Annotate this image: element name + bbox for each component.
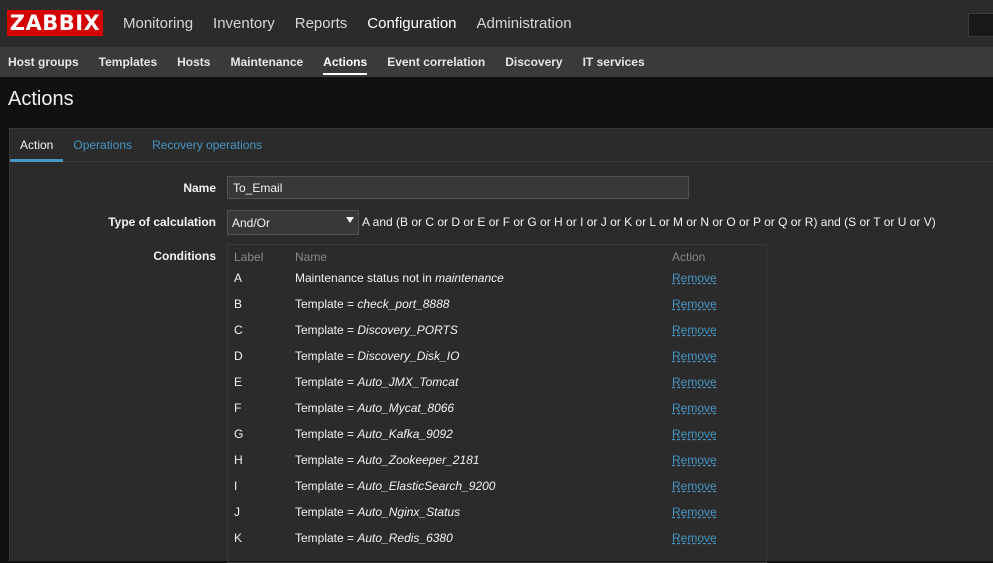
sub-nav: Host groups Templates Hosts Maintenance … bbox=[0, 47, 993, 77]
condition-name: Template = Auto_ElasticSearch_9200 bbox=[295, 479, 496, 493]
condition-label: J bbox=[234, 505, 240, 519]
subnav-actions[interactable]: Actions bbox=[313, 47, 377, 77]
name-label: Name bbox=[183, 181, 216, 195]
condition-label: E bbox=[234, 375, 243, 389]
condition-name: Template = Discovery_Disk_IO bbox=[295, 349, 460, 363]
remove-link[interactable]: Remove bbox=[672, 427, 717, 441]
calc-type-value: And/Or bbox=[232, 216, 271, 230]
condition-label: A bbox=[234, 271, 243, 285]
condition-row: I Template = Auto_ElasticSearch_9200 Rem… bbox=[228, 474, 766, 500]
header-name: Name bbox=[295, 250, 328, 264]
condition-name: Maintenance status not in maintenance bbox=[295, 271, 504, 285]
subnav-event-correlation[interactable]: Event correlation bbox=[377, 47, 495, 77]
condition-row: C Template = Discovery_PORTS Remove bbox=[228, 318, 766, 344]
nav-monitoring[interactable]: Monitoring bbox=[113, 0, 203, 47]
main-nav: Monitoring Inventory Reports Configurati… bbox=[113, 0, 582, 47]
calc-type-select[interactable]: And/Or bbox=[227, 210, 359, 235]
action-form: Action Operations Recovery operations Na… bbox=[9, 128, 993, 563]
remove-link[interactable]: Remove bbox=[672, 271, 717, 285]
search-input[interactable] bbox=[968, 13, 993, 37]
condition-label: K bbox=[234, 531, 243, 545]
nav-administration[interactable]: Administration bbox=[467, 0, 582, 47]
condition-row: K Template = Auto_Redis_6380 Remove bbox=[228, 526, 766, 552]
nav-reports[interactable]: Reports bbox=[285, 0, 358, 47]
condition-name: Template = Auto_Zookeeper_2181 bbox=[295, 453, 480, 467]
tab-action[interactable]: Action bbox=[10, 129, 64, 162]
remove-link[interactable]: Remove bbox=[672, 401, 717, 415]
condition-name: Template = check_port_8888 bbox=[295, 297, 450, 311]
condition-name: Template = Auto_Kafka_9092 bbox=[295, 427, 453, 441]
condition-row: B Template = check_port_8888 Remove bbox=[228, 292, 766, 318]
condition-row: F Template = Auto_Mycat_8066 Remove bbox=[228, 396, 766, 422]
condition-row: J Template = Auto_Nginx_Status Remove bbox=[228, 500, 766, 526]
remove-link[interactable]: Remove bbox=[672, 297, 717, 311]
tab-operations[interactable]: Operations bbox=[63, 129, 142, 161]
form-tabs: Action Operations Recovery operations bbox=[10, 129, 993, 162]
name-field[interactable] bbox=[227, 176, 689, 199]
calc-type-label: Type of calculation bbox=[108, 215, 216, 229]
subnav-templates[interactable]: Templates bbox=[89, 47, 167, 77]
subnav-host-groups[interactable]: Host groups bbox=[0, 47, 89, 77]
conditions-label: Conditions bbox=[153, 249, 216, 263]
condition-label: B bbox=[234, 297, 243, 311]
remove-link[interactable]: Remove bbox=[672, 505, 717, 519]
remove-link[interactable]: Remove bbox=[672, 453, 717, 467]
condition-name: Template = Auto_Mycat_8066 bbox=[295, 401, 455, 415]
remove-link[interactable]: Remove bbox=[672, 375, 717, 389]
conditions-table: Label Name Action A Maintenance status n… bbox=[227, 244, 767, 563]
remove-link[interactable]: Remove bbox=[672, 531, 717, 545]
condition-name: Template = Auto_Nginx_Status bbox=[295, 505, 461, 519]
condition-name: Template = Auto_JMX_Tomcat bbox=[295, 375, 459, 389]
top-bar: ZABBIX Monitoring Inventory Reports Conf… bbox=[0, 0, 993, 47]
condition-label: C bbox=[234, 323, 243, 337]
condition-label: F bbox=[234, 401, 242, 415]
condition-name: Template = Discovery_PORTS bbox=[295, 323, 458, 337]
subnav-discovery[interactable]: Discovery bbox=[495, 47, 572, 77]
condition-row: G Template = Auto_Kafka_9092 Remove bbox=[228, 422, 766, 448]
page-title: Actions bbox=[8, 88, 74, 110]
condition-label: H bbox=[234, 453, 243, 467]
remove-link[interactable]: Remove bbox=[672, 349, 717, 363]
condition-label: G bbox=[234, 427, 244, 441]
nav-inventory[interactable]: Inventory bbox=[203, 0, 285, 47]
condition-row: H Template = Auto_Zookeeper_2181 Remove bbox=[228, 448, 766, 474]
subnav-maintenance[interactable]: Maintenance bbox=[220, 47, 313, 77]
condition-label: D bbox=[234, 349, 243, 363]
condition-row: A Maintenance status not in maintenance … bbox=[228, 266, 766, 292]
zabbix-logo[interactable]: ZABBIX bbox=[7, 10, 103, 36]
condition-label: I bbox=[234, 479, 238, 493]
tab-recovery-operations[interactable]: Recovery operations bbox=[142, 129, 272, 161]
nav-configuration[interactable]: Configuration bbox=[357, 0, 466, 47]
subnav-hosts[interactable]: Hosts bbox=[167, 47, 220, 77]
remove-link[interactable]: Remove bbox=[672, 479, 717, 493]
header-label: Label bbox=[234, 250, 264, 264]
calc-formula: A and (B or C or D or E or F or G or H o… bbox=[362, 215, 936, 229]
remove-link[interactable]: Remove bbox=[672, 323, 717, 337]
header-action: Action bbox=[672, 250, 706, 264]
subnav-it-services[interactable]: IT services bbox=[573, 47, 655, 77]
caret-down-icon bbox=[346, 217, 354, 223]
condition-row: D Template = Discovery_Disk_IO Remove bbox=[228, 344, 766, 370]
condition-name: Template = Auto_Redis_6380 bbox=[295, 531, 453, 545]
condition-row: E Template = Auto_JMX_Tomcat Remove bbox=[228, 370, 766, 396]
